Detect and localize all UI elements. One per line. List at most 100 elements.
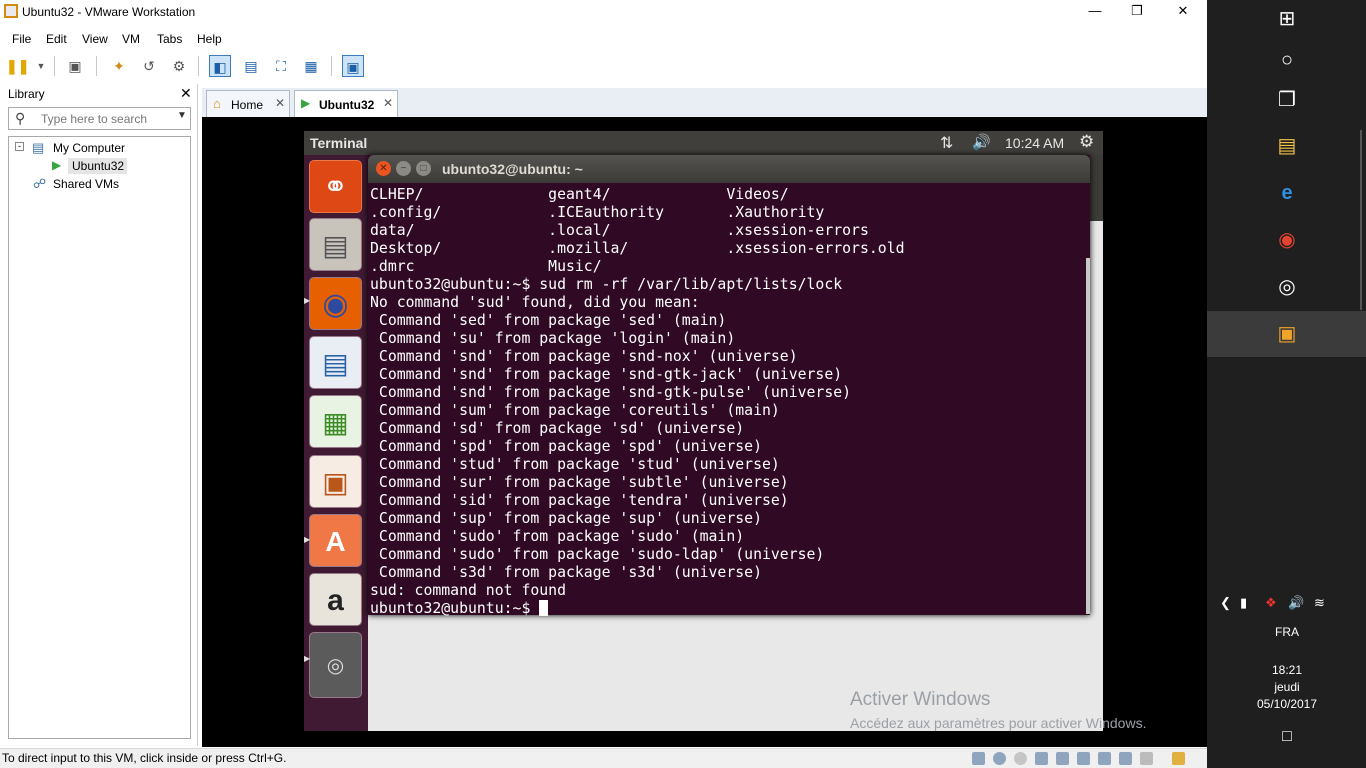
terminal-line: Command 'sum' from package 'coreutils' (…	[370, 402, 780, 419]
pause-icon[interactable]: ❚❚	[6, 55, 29, 77]
firefox-icon[interactable]: ◉	[309, 277, 362, 330]
impress-icon[interactable]: ▣	[309, 455, 362, 508]
dash-home-icon[interactable]: ⚭	[309, 160, 362, 213]
snapshot-manager-icon[interactable]: ⚙	[168, 55, 190, 77]
network-icon[interactable]: ⇅	[940, 133, 953, 153]
tab-home[interactable]: ⌂ Home ✕	[206, 90, 290, 117]
terminal-scrollbar[interactable]	[1086, 258, 1090, 614]
volume-icon[interactable]: 🔊	[972, 133, 991, 151]
search-placeholder: Type here to search	[41, 112, 148, 126]
dvd-icon[interactable]: ◎	[309, 632, 362, 698]
usb-icon[interactable]	[1056, 752, 1069, 765]
terminal-prompt-line[interactable]: ubunto32@ubuntu:~$	[370, 600, 1088, 618]
terminal-prompt: ubunto32@ubuntu:~$	[370, 600, 540, 617]
search-dropdown-icon[interactable]: ▼	[177, 110, 187, 121]
thumbnail-bar-icon[interactable]: ▤	[240, 55, 262, 77]
chevron-down-icon[interactable]: ▼	[30, 55, 52, 77]
terminal-maximize-icon[interactable]: □	[416, 161, 431, 176]
terminal-output[interactable]: CLHEP/ geant4/ Videos/.config/ .ICEautho…	[370, 186, 1088, 617]
menu-tabs[interactable]: Tabs	[157, 32, 182, 46]
terminal-line: .dmrc Music/	[370, 258, 602, 275]
wifi-icon[interactable]: ≋	[1314, 595, 1325, 611]
file-explorer-icon[interactable]: ▤	[1268, 127, 1306, 165]
close-button[interactable]: ✕	[1160, 0, 1206, 24]
message-log-icon[interactable]	[1172, 752, 1185, 765]
terminal-close-icon[interactable]: ✕	[376, 161, 391, 176]
search-icon: ⚲	[15, 110, 26, 126]
collapse-icon[interactable]: -	[15, 142, 24, 151]
menu-vm[interactable]: VM	[122, 32, 140, 46]
terminal-line: Command 'sup' from package 'sup' (univer…	[370, 510, 762, 527]
floppy-icon[interactable]	[1014, 752, 1027, 765]
tab-ubuntu32[interactable]: ▶ Ubuntu32 ✕	[294, 90, 398, 118]
vmware-taskbar-icon[interactable]: ▣	[1268, 315, 1306, 353]
language-indicator[interactable]: FRA	[1227, 625, 1347, 639]
groove-music-icon[interactable]: ◎	[1268, 268, 1306, 306]
snapshot-icon[interactable]: ✦	[108, 55, 130, 77]
software-center-icon[interactable]: A	[309, 514, 362, 567]
battery-icon[interactable]: ▮	[1240, 595, 1247, 611]
menu-help[interactable]: Help	[197, 32, 222, 46]
windows-start-icon[interactable]: ⊞	[1268, 0, 1306, 38]
amazon-icon[interactable]: a	[309, 573, 362, 626]
terminal-title-bar[interactable]: ✕ − □ ubunto32@ubuntu: ~	[368, 155, 1090, 183]
menu-file[interactable]: File	[12, 32, 31, 46]
taskbar-day[interactable]: jeudi	[1227, 680, 1347, 694]
terminal-minimize-icon[interactable]: −	[396, 161, 411, 176]
terminal-line: .config/ .ICEauthority .Xauthority	[370, 204, 825, 221]
unity-icon[interactable]: ▦	[300, 55, 322, 77]
minimize-button[interactable]: —	[1072, 0, 1118, 24]
menu-edit[interactable]: Edit	[46, 32, 67, 46]
gear-icon[interactable]: ⚙	[1079, 132, 1094, 152]
library-search-box[interactable]: ⚲ Type here to search ▼	[8, 107, 191, 130]
vm-tab-icon: ▶	[301, 96, 311, 110]
tree-item-my-computer[interactable]: My Computer	[53, 141, 125, 155]
taskbar-time[interactable]: 18:21	[1227, 663, 1347, 677]
close-tab-icon[interactable]: ✕	[383, 96, 393, 110]
tab-ubuntu32-label: Ubuntu32	[319, 98, 375, 112]
display-icon[interactable]	[1119, 752, 1132, 765]
cd-dvd-icon[interactable]	[993, 752, 1006, 765]
chevron-up-icon[interactable]: ❮	[1220, 595, 1231, 611]
printer-icon[interactable]	[1098, 752, 1111, 765]
show-library-icon[interactable]: ◧	[209, 55, 231, 77]
terminal-line: Desktop/ .mozilla/ .xsession-errors.old	[370, 240, 905, 257]
menu-view[interactable]: View	[82, 32, 108, 46]
taskbar-scroll-edge	[1360, 130, 1366, 310]
desktop-background	[1090, 221, 1103, 731]
calc-icon[interactable]: ▦	[309, 395, 362, 448]
library-close-icon[interactable]: ✕	[180, 85, 192, 102]
antivirus-icon[interactable]: ❖	[1265, 595, 1277, 611]
revert-snapshot-icon[interactable]: ↺	[138, 55, 160, 77]
chrome-icon[interactable]: ◉	[1268, 221, 1306, 259]
close-tab-icon[interactable]: ✕	[275, 96, 285, 110]
files-icon[interactable]: ▤	[309, 218, 362, 271]
console-view-icon[interactable]: ▣	[342, 55, 364, 77]
taskbar-date[interactable]: 05/10/2017	[1227, 697, 1347, 711]
ubuntu-clock[interactable]: 10:24 AM	[1005, 135, 1064, 151]
network-adapter-icon[interactable]	[1035, 752, 1048, 765]
device-icon[interactable]	[1140, 752, 1153, 765]
sound-card-icon[interactable]	[1077, 752, 1090, 765]
send-keys-icon[interactable]: ▣	[64, 55, 86, 77]
maximize-button[interactable]: ❐	[1114, 0, 1160, 24]
terminal-line: Command 'sd' from package 'sd' (universe…	[370, 420, 745, 437]
hard-disk-icon[interactable]	[972, 752, 985, 765]
cortana-icon[interactable]: ○	[1268, 41, 1306, 79]
ubuntu-app-title: Terminal	[310, 135, 368, 151]
home-icon: ⌂	[213, 96, 221, 111]
tree-item-shared-vms[interactable]: Shared VMs	[53, 177, 119, 191]
terminal-line: ubunto32@ubuntu:~$ sud rm -rf /var/lib/a…	[370, 276, 843, 293]
launcher-running-indicator: ▶	[304, 535, 311, 544]
edge-icon[interactable]: e	[1268, 174, 1306, 212]
volume-tray-icon[interactable]: 🔊	[1288, 595, 1304, 611]
notifications-icon[interactable]: □	[1227, 728, 1347, 746]
library-title: Library	[8, 87, 45, 101]
title-bar: Ubuntu32 - VMware Workstation	[0, 0, 1207, 24]
full-screen-icon[interactable]: ⛶	[270, 55, 292, 77]
terminal-line: Command 'sed' from package 'sed' (main)	[370, 312, 727, 329]
tree-item-ubuntu32[interactable]: Ubuntu32	[72, 159, 124, 173]
writer-icon[interactable]: ▤	[309, 336, 362, 389]
task-view-icon[interactable]: ❐	[1268, 81, 1306, 119]
terminal-line: Command 'sudo' from package 'sudo' (main…	[370, 528, 745, 545]
